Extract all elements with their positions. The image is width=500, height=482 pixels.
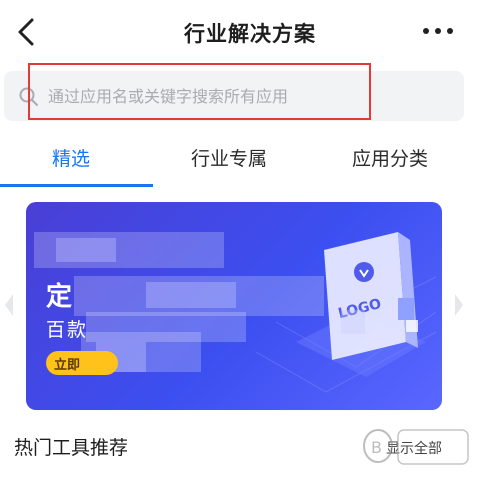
top-bar: 行业解决方案 [0, 0, 500, 64]
banner-subtitle: 百款 [46, 319, 89, 341]
active-tab-indicator [0, 184, 153, 187]
search-bar[interactable] [4, 71, 464, 121]
more-dots-icon[interactable] [420, 19, 456, 43]
app-page: 行业解决方案 精选 行业专属 应用分类 [0, 0, 500, 482]
tab-bar: 精选 行业专属 应用分类 [0, 130, 500, 188]
carousel-left-icon[interactable] [2, 290, 16, 320]
tab-app-category[interactable]: 应用分类 [352, 144, 428, 171]
banner-cta-button[interactable]: 立即 [46, 351, 118, 375]
search-icon [18, 86, 40, 108]
search-input[interactable] [48, 83, 448, 109]
watermark-logo: B [363, 429, 469, 465]
tab-industry[interactable]: 行业专属 [191, 144, 267, 171]
banner-decoration: LOGO [34, 232, 437, 393]
svg-text:B: B [371, 438, 382, 457]
banner-title: 定 [46, 282, 73, 312]
promo-banner[interactable]: LOGO 定 百款 立即 [26, 202, 442, 410]
banner-cta-label: 立即 [54, 358, 81, 373]
tab-featured[interactable]: 精选 [52, 144, 90, 171]
section-title: 热门工具推荐 [14, 437, 129, 459]
carousel-right-icon[interactable] [452, 290, 466, 320]
